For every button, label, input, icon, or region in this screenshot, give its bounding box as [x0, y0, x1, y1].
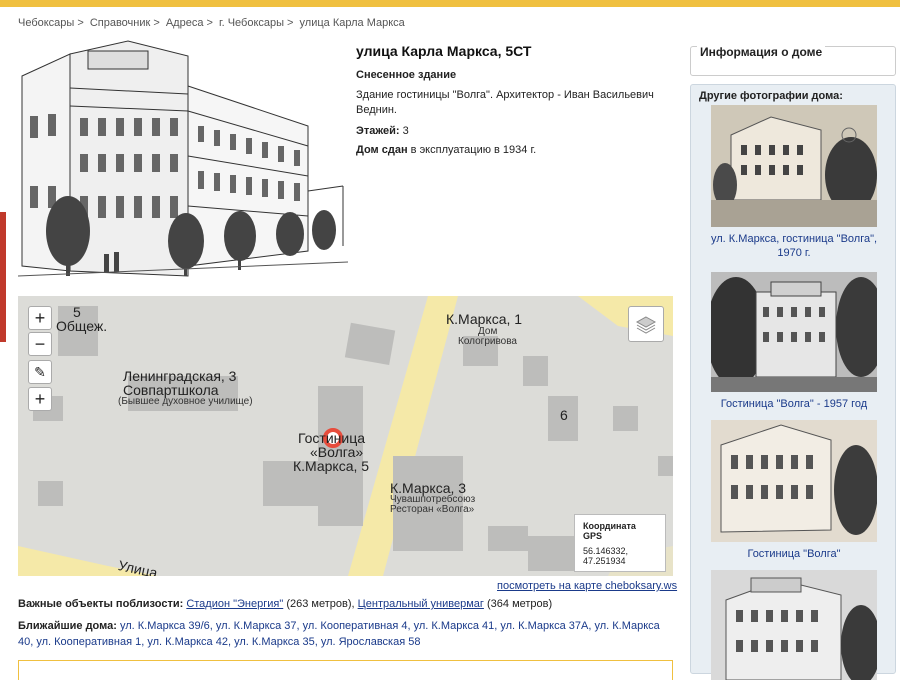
gps-coords: 56.146332, 47.251934	[583, 546, 629, 566]
photo-thumbnail-image	[711, 272, 877, 392]
draw-tool-button[interactable]: ✎	[28, 360, 52, 384]
breadcrumb-item[interactable]: Чебоксары	[18, 17, 74, 29]
breadcrumb: Чебоксары > Справочник > Адреса > г. Чебокс…	[18, 17, 405, 29]
layers-icon	[635, 316, 657, 334]
building-info: улица Карла Маркса, 5СТ Снесенное здание…	[356, 44, 676, 162]
map-label: К.Маркса, 5	[293, 458, 370, 474]
built-row: Дом сдан в эксплуатацию в 1934 г.	[356, 144, 537, 156]
nearest-house-link[interactable]: ул. К.Маркса 37А,	[500, 620, 591, 632]
nearest-house-link[interactable]: ул. К.Маркса 42,	[147, 636, 231, 648]
nearest-house-link[interactable]: ул. К.Маркса 41,	[414, 620, 498, 632]
bottom-panel	[18, 660, 673, 680]
zoom-in-button[interactable]: +	[28, 306, 52, 330]
photo-caption-link[interactable]: Гостиница "Волга" - 1957 год	[699, 397, 889, 411]
other-photos-title: Другие фотографии дома:	[699, 90, 843, 102]
photo-caption-link[interactable]: Гостиница "Волга"	[699, 547, 889, 561]
nearest-house-link[interactable]: ул. Ярославская 58	[321, 636, 421, 648]
map-label: (Бывшее духовное училище)	[118, 396, 253, 407]
photo-thumbnail[interactable]	[711, 570, 877, 680]
top-accent-bar	[0, 0, 900, 7]
other-photos-panel: Другие фотографии дома: ул. К.Маркса, го…	[690, 84, 896, 680]
layers-button[interactable]	[628, 306, 664, 342]
nearest-house-link[interactable]: ул. К.Маркса 39/6,	[120, 620, 213, 632]
gps-popup: Координата GPS 56.146332, 47.251934	[574, 514, 666, 572]
nearest-house-link[interactable]: ул. К.Маркса 37,	[216, 620, 300, 632]
photo-thumbnail-image	[711, 570, 877, 680]
map-view[interactable]: 5 Общеж. Ленинградская, 3 Совпартшкола (…	[18, 296, 673, 576]
house-info-title: Информация о доме	[697, 45, 826, 59]
nearest-house-link[interactable]: ул. Кооперативная 1,	[36, 636, 144, 648]
zoom-out-button[interactable]: −	[28, 332, 52, 356]
breadcrumb-item[interactable]: г. Чебоксары	[219, 17, 284, 29]
nearby-object-link[interactable]: Центральный универмаг	[358, 598, 484, 610]
building-drawing[interactable]	[18, 36, 348, 282]
nearby-section: Важные объекты поблизости: Стадион "Энер…	[18, 596, 673, 650]
breadcrumb-item[interactable]: Адреса	[166, 17, 204, 29]
map-label: Общеж.	[56, 318, 108, 334]
page-title: улица Карла Маркса, 5СТ	[356, 43, 532, 59]
nearest-house-link[interactable]: ул. К.Маркса 35,	[234, 636, 318, 648]
gps-title: Координата GPS	[583, 521, 636, 541]
map-label: К.Маркса, 1	[446, 311, 523, 327]
add-marker-button[interactable]: +	[28, 387, 52, 411]
house-info-panel: Информация о доме	[690, 45, 896, 76]
map-label: 6	[560, 407, 568, 423]
left-edge-strip	[0, 212, 6, 342]
nearest-house-link[interactable]: ул. Кооперативная 4,	[303, 620, 411, 632]
building-status: Снесенное здание	[356, 69, 457, 81]
view-on-map-link[interactable]: посмотреть на карте cheboksary.ws	[497, 580, 677, 592]
floors-row: Этажей: 3	[356, 125, 409, 137]
photo-caption-link[interactable]: ул. К.Маркса, гостиница "Волга", 1970 г.	[699, 232, 889, 260]
photo-thumbnail[interactable]	[711, 105, 877, 227]
photo-thumbnail-image	[711, 105, 877, 227]
nearby-object-link[interactable]: Стадион "Энергия"	[186, 598, 283, 610]
building-description: Здание гостиницы "Волга". Архитектор - И…	[356, 89, 654, 116]
map-label: Кологривова	[458, 336, 517, 347]
photo-thumbnail[interactable]	[711, 272, 877, 392]
building-sketch-image	[18, 40, 348, 277]
nearest-houses: Ближайшие дома: ул. К.Маркса 39/6, ул. К…	[18, 620, 660, 648]
photo-thumbnail-image	[711, 420, 877, 542]
breadcrumb-current: улица Карла Маркса	[299, 17, 405, 29]
map-label: Ресторан «Волга»	[390, 504, 475, 515]
nearby-objects: Важные объекты поблизости: Стадион "Энер…	[18, 598, 553, 610]
photo-thumbnail[interactable]	[711, 420, 877, 542]
breadcrumb-item[interactable]: Справочник	[90, 17, 151, 29]
